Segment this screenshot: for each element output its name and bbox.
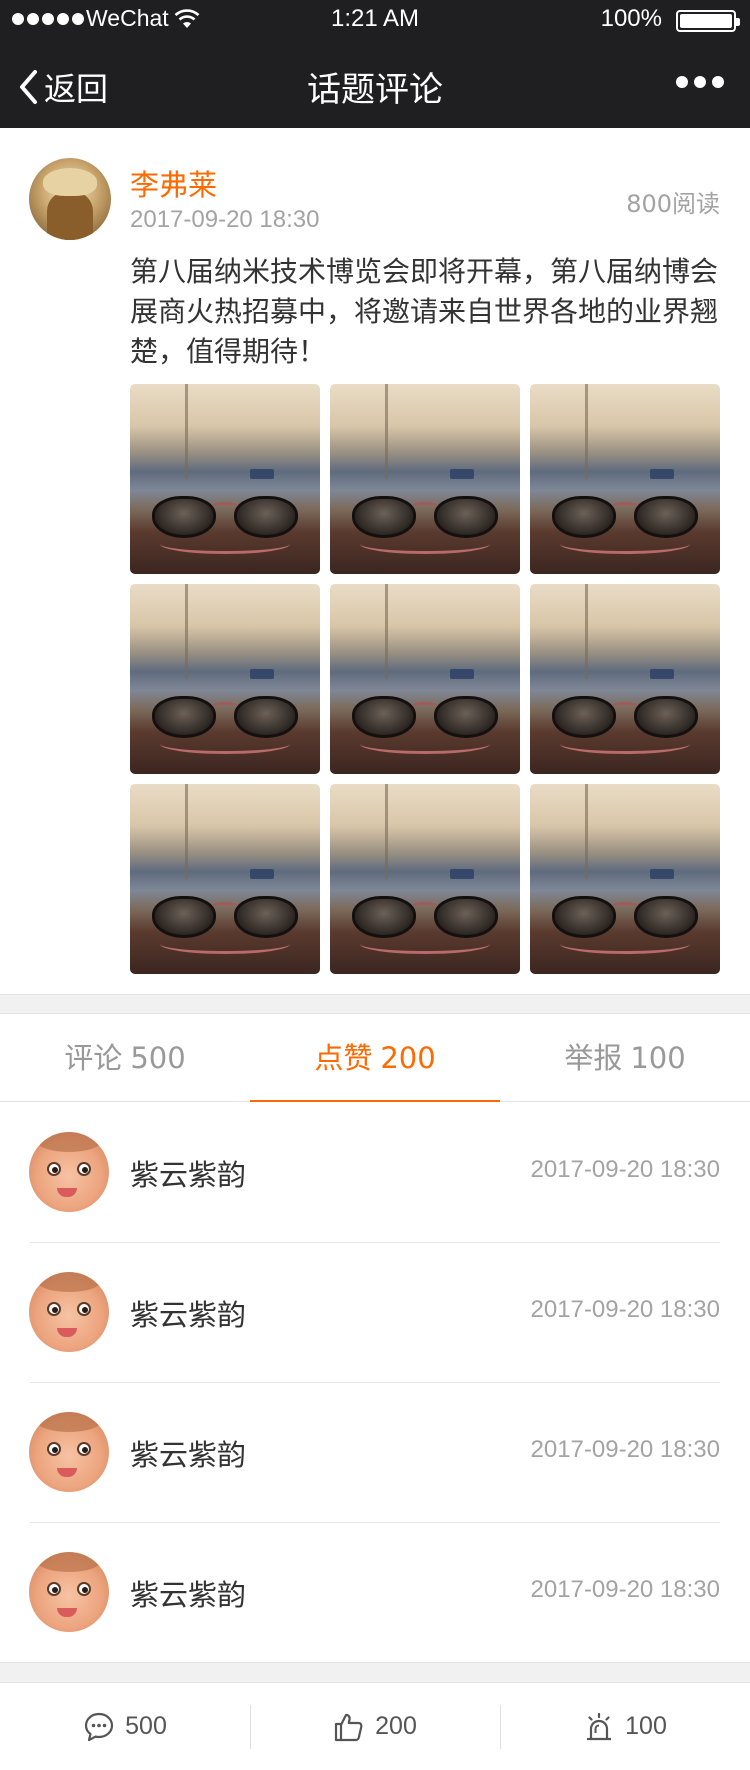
user-name: 紫云紫韵 [130,1298,247,1332]
topic-post: 李弗莱 2017-09-20 18:30 800阅读 第八届纳米技术博览会即将开… [0,128,750,994]
user-name: 紫云紫韵 [130,1158,247,1192]
likes-list: 紫云紫韵 2017-09-20 18:30 紫云紫韵 2017-09-20 18… [0,1102,750,1662]
post-image-thumbnail[interactable] [330,784,520,974]
comment-count: 500 [125,1712,167,1740]
comment-bubble-icon [85,1712,114,1741]
list-item[interactable]: 紫云紫韵 2017-09-20 18:30 [0,1522,750,1662]
author-avatar[interactable] [29,158,111,240]
top-bar: WeChat 1:21 AM 100% 返回 话题评论 [0,0,750,128]
post-image-thumbnail[interactable] [130,584,320,774]
list-item[interactable]: 紫云紫韵 2017-09-20 18:30 [0,1382,750,1522]
like-timestamp: 2017-09-20 18:30 [530,1156,721,1183]
status-bar: WeChat 1:21 AM 100% [0,0,750,40]
list-item[interactable]: 紫云紫韵 2017-09-20 18:30 [0,1242,750,1382]
back-label: 返回 [44,70,109,108]
tab-count: 500 [130,1041,186,1075]
bottom-action-bar: 500 200 100 [0,1682,750,1770]
post-timestamp: 2017-09-20 18:30 [130,206,320,233]
post-image-thumbnail[interactable] [330,584,520,774]
comment-button[interactable]: 500 [0,1683,250,1770]
user-avatar[interactable] [29,1412,109,1492]
list-item[interactable]: 紫云紫韵 2017-09-20 18:30 [0,1102,750,1242]
tab-label: 举报 [564,1041,623,1075]
post-image-thumbnail[interactable] [130,784,320,974]
tab-count: 200 [380,1041,436,1075]
tab-comments[interactable]: 评论 500 [0,1014,250,1101]
author-name[interactable]: 李弗莱 [130,162,217,204]
section-divider [0,1662,750,1682]
tab-label: 点赞 [314,1041,373,1075]
post-image-thumbnail[interactable] [530,584,720,774]
post-image-thumbnail[interactable] [530,784,720,974]
post-content: 第八届纳米技术博览会即将开幕，第八届纳博会展商火热招募中，将邀请来自世界各地的业… [130,255,719,368]
post-image-thumbnail[interactable] [530,384,720,574]
report-count: 100 [625,1712,667,1740]
user-avatar[interactable] [29,1272,109,1352]
tab-count: 100 [630,1041,686,1075]
battery-percent: 100% [600,5,662,32]
alarm-siren-icon [587,1712,612,1740]
like-button[interactable]: 200 [250,1683,500,1770]
more-options-icon[interactable] [676,76,724,88]
section-divider [0,994,750,1014]
tab-reports[interactable]: 举报 100 [500,1014,750,1101]
chevron-left-icon [20,70,37,104]
tab-likes[interactable]: 点赞 200 [250,1014,500,1102]
tab-label: 评论 [64,1041,123,1075]
battery-icon [676,10,740,32]
like-timestamp: 2017-09-20 18:30 [530,1436,721,1463]
tab-bar: 评论 500 点赞 200 举报 100 [0,1014,750,1102]
report-button[interactable]: 100 [500,1683,750,1770]
like-timestamp: 2017-09-20 18:30 [530,1576,721,1603]
user-avatar[interactable] [29,1552,109,1632]
thumbs-up-icon [335,1713,363,1741]
read-count: 800阅读 [626,190,720,218]
nav-bar: 返回 话题评论 [0,40,750,128]
user-name: 紫云紫韵 [130,1578,247,1612]
like-timestamp: 2017-09-20 18:30 [530,1296,721,1323]
page-title: 话题评论 [307,70,443,110]
image-gallery [130,384,720,974]
post-image-thumbnail[interactable] [130,384,320,574]
post-image-thumbnail[interactable] [330,384,520,574]
like-count: 200 [375,1712,417,1740]
user-name: 紫云紫韵 [130,1438,247,1472]
back-button[interactable]: 返回 [18,64,108,110]
user-avatar[interactable] [29,1132,109,1212]
